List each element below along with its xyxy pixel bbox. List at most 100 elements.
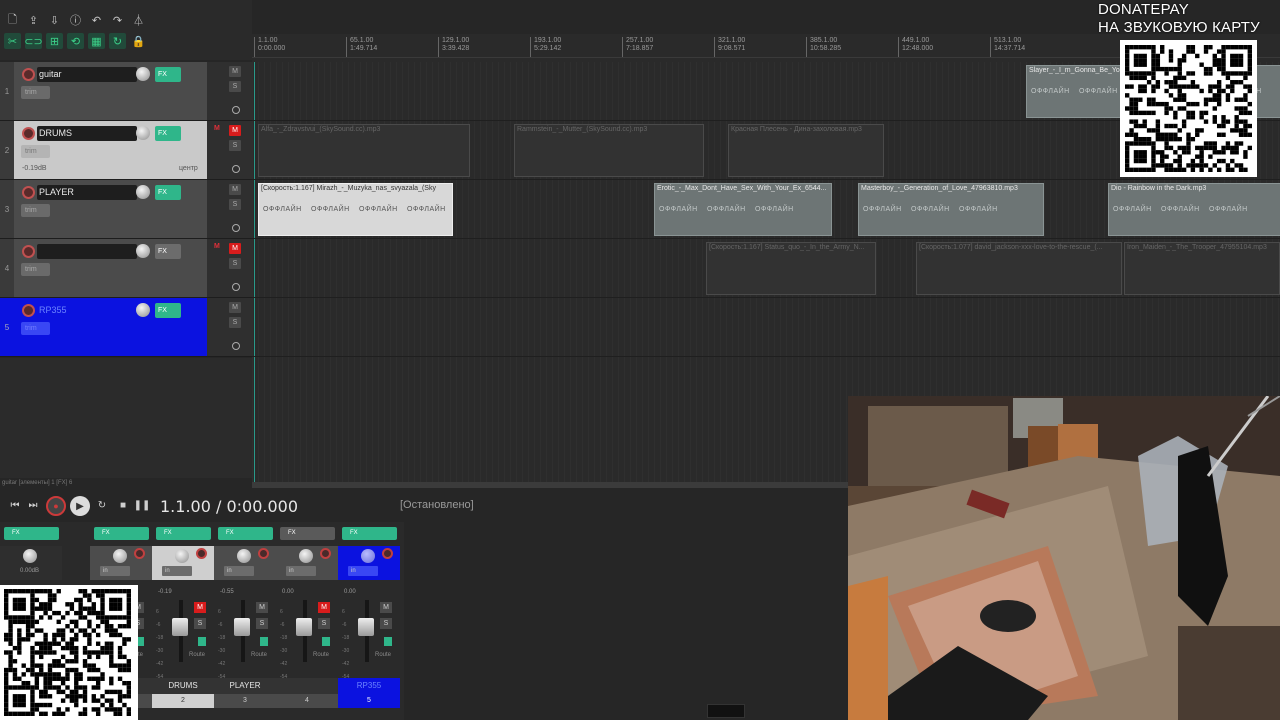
mute-button[interactable]: M <box>229 66 241 77</box>
track-4[interactable]: 4 FX trim M M S <box>0 239 252 298</box>
record-arm-button[interactable] <box>22 68 35 81</box>
strip-record-arm[interactable] <box>382 548 393 559</box>
track-5[interactable]: 5 RP355 FX trim M S <box>0 298 252 357</box>
strip-record-arm[interactable] <box>258 548 269 559</box>
phase-icon[interactable] <box>232 106 240 114</box>
volume-knob[interactable] <box>136 244 150 258</box>
volume-fader[interactable] <box>296 618 312 636</box>
strip-solo-button[interactable]: S <box>318 618 330 629</box>
track-lane[interactable] <box>252 298 1280 357</box>
phase-icon[interactable] <box>232 283 240 291</box>
strip-route-button[interactable]: Route <box>189 652 205 658</box>
phase-icon[interactable] <box>232 165 240 173</box>
mute-button[interactable]: M <box>229 184 241 195</box>
strip-solo-button[interactable]: S <box>256 618 268 629</box>
media-item[interactable]: Красная Плесень - Дина-захоловая.mp3 <box>728 124 884 177</box>
stop-button[interactable]: ■ <box>114 496 132 514</box>
track-header[interactable]: PLAYER FX trim <box>14 180 207 238</box>
volume-knob[interactable] <box>136 67 150 81</box>
pause-button[interactable]: ❚❚ <box>133 496 151 514</box>
strip-fx-button[interactable]: FX <box>218 527 273 540</box>
info-icon[interactable]: ⓘ <box>67 12 84 28</box>
strip-name[interactable]: DRUMS <box>152 678 214 694</box>
strip-record-arm[interactable] <box>134 548 145 559</box>
grid-icon[interactable]: ⊞ <box>46 33 63 49</box>
solo-button[interactable]: S <box>229 317 241 328</box>
repeat-icon[interactable]: ↻ <box>93 496 111 514</box>
go-to-end-icon[interactable]: ⏭ <box>24 496 42 514</box>
strip-mute-button[interactable]: M <box>318 602 330 613</box>
strip-io-button[interactable]: in <box>348 566 378 576</box>
strip-solo-button[interactable]: S <box>380 618 392 629</box>
media-item[interactable]: Masterboy_-_Generation_of_Love_47963810.… <box>858 183 1044 236</box>
record-arm-button[interactable] <box>22 186 35 199</box>
solo-button[interactable]: S <box>229 258 241 269</box>
strip-pan-knob[interactable] <box>113 549 127 563</box>
strip-fx-button[interactable]: FX <box>156 527 211 540</box>
track-name-field[interactable]: RP355 <box>37 303 137 318</box>
strip-phase-icon[interactable] <box>384 637 392 646</box>
strip-route-button[interactable]: Route <box>251 652 267 658</box>
strip-mute-button[interactable]: M <box>194 602 206 613</box>
track-2[interactable]: 2 DRUMS FX trim -0.19dB центр M M S <box>0 121 252 180</box>
record-arm-button[interactable] <box>22 245 35 258</box>
save-down-icon[interactable]: ⇩ <box>46 12 63 28</box>
fx-button[interactable]: FX <box>155 126 181 141</box>
automation-trim-button[interactable]: trim <box>21 86 50 99</box>
strip-fx-button[interactable]: FX <box>280 527 335 540</box>
track-header[interactable]: RP355 FX trim <box>14 298 207 356</box>
strip-mute-button[interactable]: M <box>380 602 392 613</box>
strip-name[interactable]: RP355 <box>338 678 400 694</box>
media-item[interactable]: [Скорость:1.077] david_jackson-xxx-love-… <box>916 242 1122 295</box>
media-item[interactable]: [Скорость:1.167] Mirazh_-_Muzyka_nas_svy… <box>258 183 453 236</box>
strip-record-arm[interactable] <box>320 548 331 559</box>
track-header[interactable]: guitar FX trim <box>14 62 207 120</box>
ripple-icon[interactable]: ⟲ <box>67 33 84 49</box>
strip-pan-knob[interactable] <box>175 549 189 563</box>
strip-pan-knob[interactable] <box>299 549 313 563</box>
volume-fader[interactable] <box>358 618 374 636</box>
metronome-icon[interactable]: ⏃ <box>130 12 147 28</box>
media-item[interactable]: [Скорость:1.167] Status_quo_-_In_the_Arm… <box>706 242 876 295</box>
track-name-field[interactable]: guitar <box>37 67 137 82</box>
media-item[interactable]: Iron_Maiden_-_The_Trooper_47955104.mp3 <box>1124 242 1280 295</box>
strip-fx-button[interactable]: FX <box>342 527 397 540</box>
track-name-field[interactable]: DRUMS <box>37 126 137 141</box>
mute-button[interactable]: M <box>229 302 241 313</box>
new-file-icon[interactable]: 🗋 <box>4 12 21 28</box>
mute-button[interactable]: M <box>229 243 241 254</box>
play-button[interactable]: ▶ <box>70 496 90 516</box>
track-name-field[interactable] <box>37 244 137 259</box>
loop-icon[interactable]: ↻ <box>109 33 126 49</box>
volume-knob[interactable] <box>136 126 150 140</box>
fx-button[interactable]: FX <box>155 185 181 200</box>
volume-knob[interactable] <box>136 303 150 317</box>
strip-mute-button[interactable]: M <box>256 602 268 613</box>
strip-io-button[interactable]: in <box>162 566 192 576</box>
strip-solo-button[interactable]: S <box>194 618 206 629</box>
save-icon[interactable]: ⇪ <box>25 12 42 28</box>
media-item[interactable]: Rammstein_-_Mutter_(SkySound.cc).mp3 <box>514 124 704 177</box>
track-header[interactable]: DRUMS FX trim -0.19dB центр <box>14 121 207 179</box>
strip-phase-icon[interactable] <box>198 637 206 646</box>
cut-icon[interactable]: ✂ <box>4 33 21 49</box>
automation-trim-button[interactable]: trim <box>21 263 50 276</box>
solo-button[interactable]: S <box>229 140 241 151</box>
strip-pan-knob[interactable] <box>361 549 375 563</box>
track-header[interactable]: FX trim <box>14 239 207 297</box>
volume-knob[interactable] <box>136 185 150 199</box>
go-to-start-icon[interactable]: ⏮ <box>6 496 24 514</box>
undo-icon[interactable]: ↶ <box>88 12 105 28</box>
record-arm-button[interactable] <box>22 304 35 317</box>
strip-phase-icon[interactable] <box>322 637 330 646</box>
track-name-field[interactable]: PLAYER <box>37 185 137 200</box>
mute-button[interactable]: M <box>229 125 241 136</box>
solo-button[interactable]: S <box>229 199 241 210</box>
phase-icon[interactable] <box>232 224 240 232</box>
strip-io-button[interactable]: in <box>224 566 254 576</box>
phase-icon[interactable] <box>232 342 240 350</box>
strip-pan-knob[interactable] <box>237 549 251 563</box>
strip-record-arm[interactable] <box>196 548 207 559</box>
track-1[interactable]: 1 guitar FX trim M S <box>0 62 252 121</box>
strip-route-button[interactable]: Route <box>375 652 391 658</box>
